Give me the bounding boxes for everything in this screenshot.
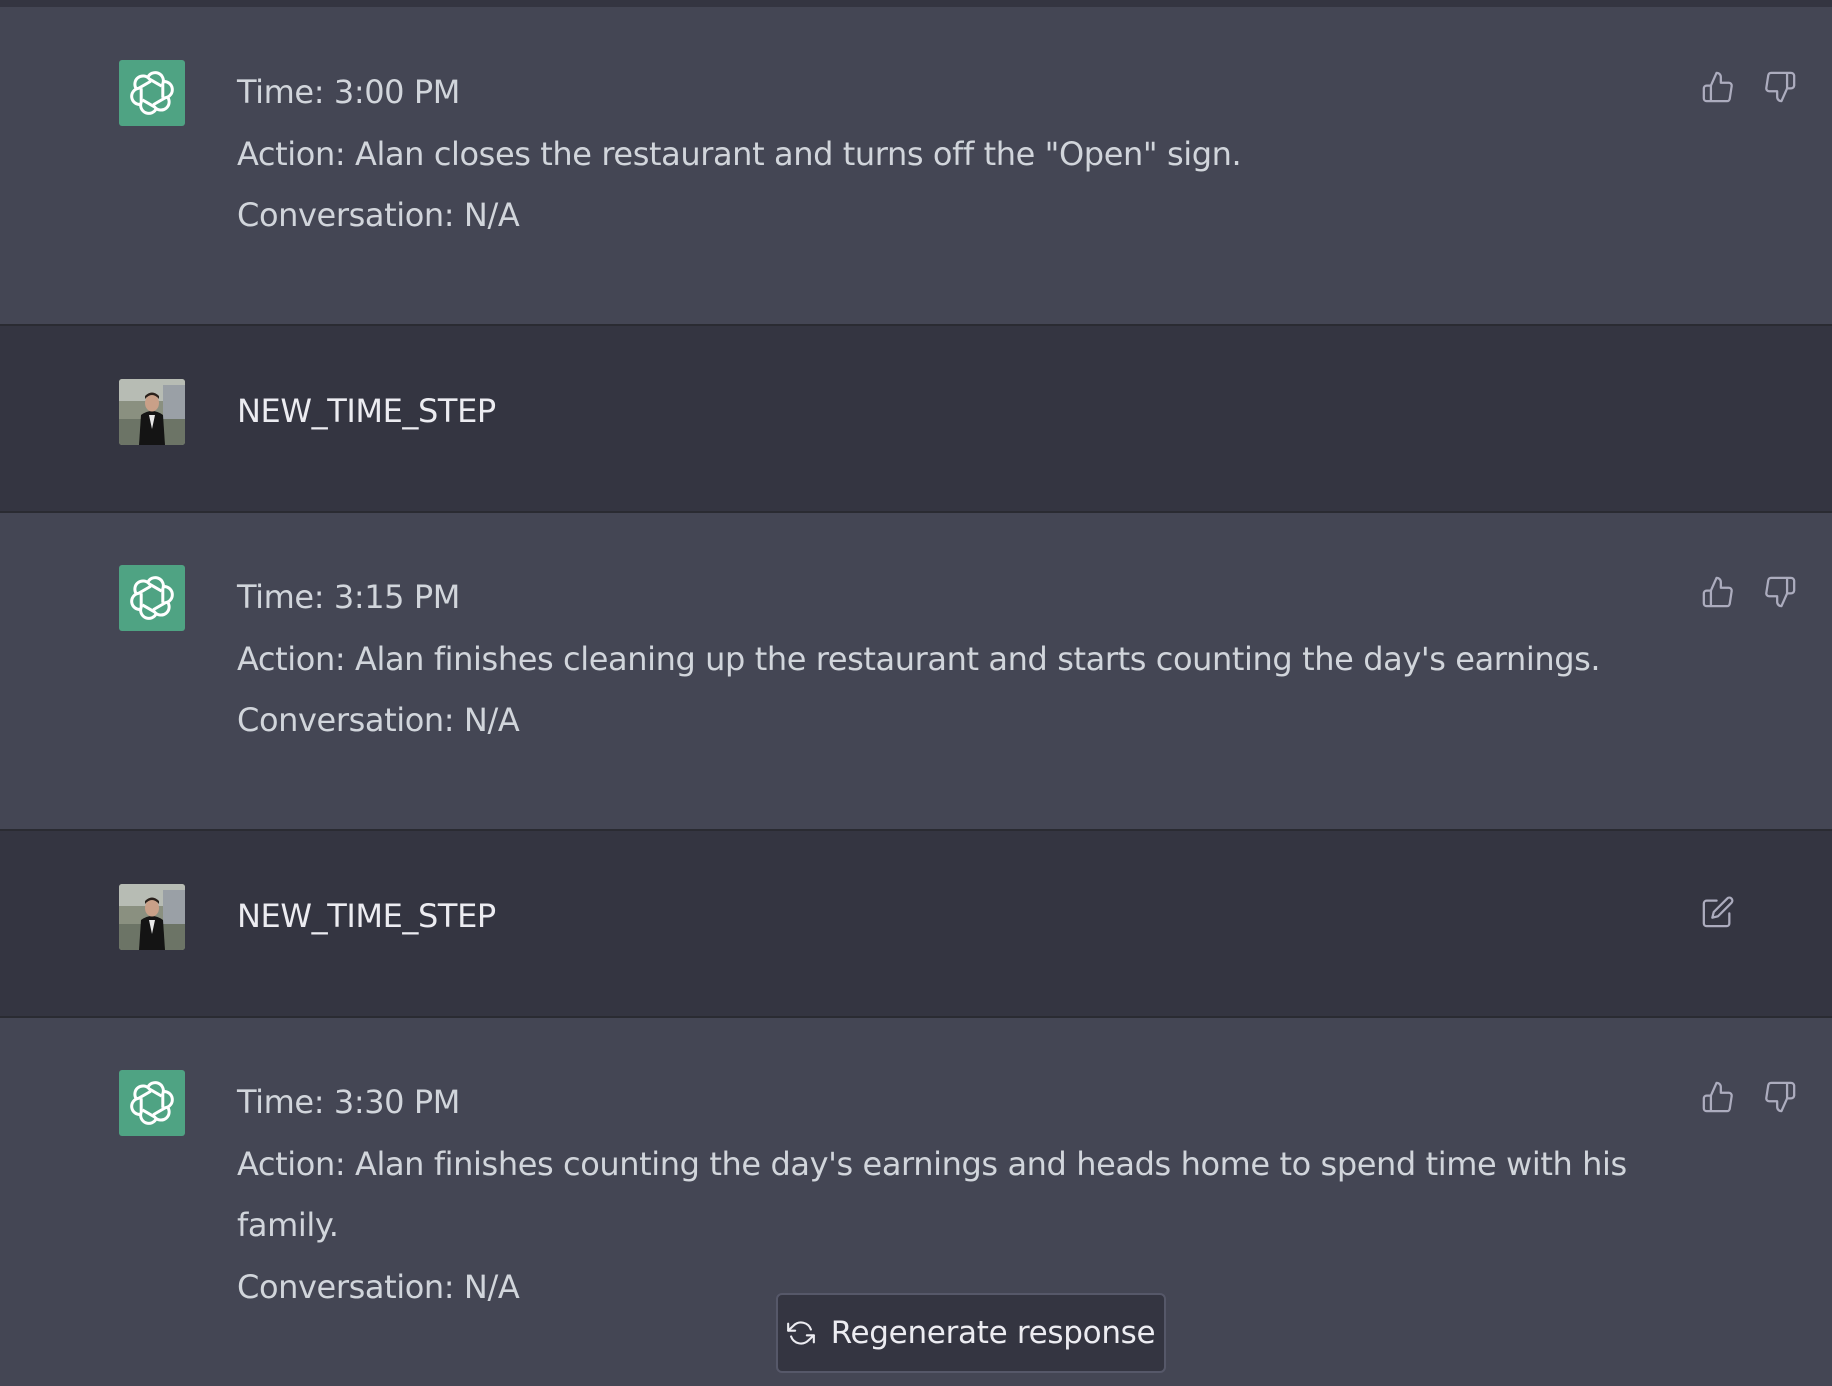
message-line: Time: 3:30 PM: [237, 1083, 461, 1121]
thumbs-down-button[interactable]: [1760, 1077, 1800, 1117]
thumbs-down-icon: [1765, 71, 1796, 103]
refresh-icon: [786, 1321, 815, 1345]
user-avatar: [119, 884, 185, 950]
user-message: NEW_TIME_STEP: [0, 324, 1832, 513]
openai-logo-icon: [130, 1081, 174, 1125]
thumbs-up-button[interactable]: [1698, 67, 1738, 107]
message-line: Conversation: N/A: [237, 196, 520, 234]
thumbs-down-icon: [1765, 576, 1796, 608]
top-divider: [0, 0, 1832, 7]
thumbs-down-icon: [1765, 1081, 1796, 1113]
message-line: family.: [237, 1206, 339, 1244]
user-message-text: NEW_TIME_STEP: [237, 381, 1637, 443]
message-line: NEW_TIME_STEP: [237, 897, 496, 935]
assistant-avatar: [119, 1070, 185, 1136]
assistant-message: Time: 3:15 PM Action: Alan finishes clea…: [0, 513, 1832, 829]
openai-logo-icon: [130, 576, 174, 620]
thumbs-up-button[interactable]: [1698, 572, 1738, 612]
assistant-message-text: Time: 3:30 PM Action: Alan finishes coun…: [237, 1072, 1637, 1318]
assistant-message-text: Time: 3:15 PM Action: Alan finishes clea…: [237, 567, 1637, 752]
assistant-message: Time: 3:00 PM Action: Alan closes the re…: [0, 7, 1832, 324]
message-line: Action: Alan finishes cleaning up the re…: [237, 639, 1601, 678]
assistant-avatar: [119, 565, 185, 631]
user-photo-avatar: [119, 884, 185, 950]
thumbs-up-icon: [1702, 576, 1733, 608]
thumbs-down-button[interactable]: [1760, 67, 1800, 107]
chat-thread: Time: 3:00 PM Action: Alan closes the re…: [0, 0, 1832, 1386]
regenerate-response-button[interactable]: Regenerate response: [776, 1293, 1166, 1373]
message-line: NEW_TIME_STEP: [237, 392, 496, 430]
assistant-message-text: Time: 3:00 PM Action: Alan closes the re…: [237, 62, 1637, 247]
edit-message-button[interactable]: [1698, 892, 1738, 932]
message-line: Time: 3:00 PM: [237, 73, 461, 111]
thumbs-up-button[interactable]: [1698, 1077, 1738, 1117]
regenerate-label: Regenerate response: [830, 1315, 1156, 1351]
openai-logo-icon: [130, 71, 174, 115]
message-line: Time: 3:15 PM: [237, 578, 461, 616]
user-message-text: NEW_TIME_STEP: [237, 886, 1637, 948]
edit-icon: [1702, 896, 1734, 928]
message-line: Action: Alan closes the restaurant and t…: [237, 134, 1242, 173]
user-avatar: [119, 379, 185, 445]
thumbs-up-icon: [1702, 71, 1733, 103]
user-message: NEW_TIME_STEP: [0, 829, 1832, 1018]
message-line: Action: Alan finishes counting the day's…: [237, 1144, 1627, 1183]
assistant-avatar: [119, 60, 185, 126]
thumbs-up-icon: [1702, 1081, 1733, 1113]
thumbs-down-button[interactable]: [1760, 572, 1800, 612]
user-photo-avatar: [119, 379, 185, 445]
message-line: Conversation: N/A: [237, 701, 520, 739]
